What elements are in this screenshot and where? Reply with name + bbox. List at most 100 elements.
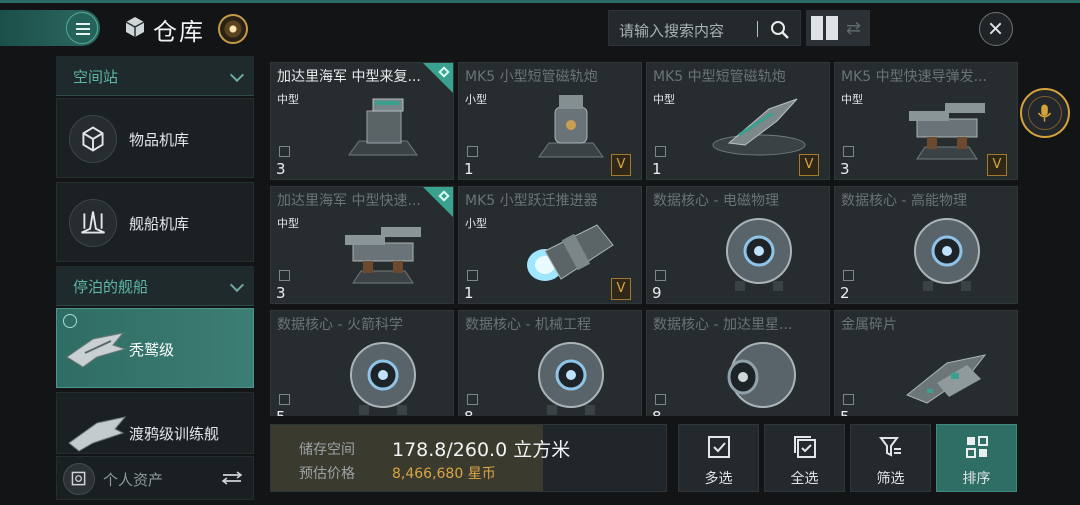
sidebar-item-item-hangar[interactable]: 物品机库 [56, 98, 254, 178]
section-space-station[interactable]: 空间站 [56, 56, 254, 96]
sidebar-item-vulture-class[interactable]: 秃鹫级 [56, 308, 254, 388]
page-title: 仓库 [153, 18, 205, 46]
section-label: 空间站 [73, 68, 119, 86]
rank-badge: V [799, 154, 819, 176]
volume-icon [655, 146, 666, 157]
sidebar-item-label: 舰船机库 [129, 215, 190, 233]
target-icon[interactable] [218, 14, 248, 44]
close-icon [989, 22, 1002, 35]
view-toggle[interactable]: ⇄ [806, 10, 870, 46]
volume-icon [843, 146, 854, 157]
rank-badge: V [987, 154, 1007, 176]
item-name: 数据核心 - 电磁物理 [653, 193, 779, 209]
chevron-down-icon [229, 67, 245, 83]
search-icon[interactable] [769, 19, 791, 41]
inventory-item[interactable]: 金属碎片 5 [834, 310, 1018, 416]
scrap-image [887, 333, 1007, 416]
select-all-button[interactable]: 全选 [764, 424, 845, 492]
filter-button[interactable]: 筛选 [850, 424, 931, 492]
item-quantity: 3 [840, 160, 850, 178]
ship-icon [68, 416, 127, 452]
inventory-item[interactable]: 数据核心 - 机械工程 8 [458, 310, 642, 416]
item-size: 中型 [841, 93, 863, 106]
item-quantity: 5 [276, 408, 286, 416]
menu-button[interactable] [0, 10, 100, 46]
personal-assets[interactable]: 个人资产 [56, 456, 254, 500]
action-label: 筛选 [876, 471, 905, 487]
item-quantity: 1 [652, 160, 662, 178]
inventory-item[interactable]: MK5 中型短管磁轨炮 中型 1 V [646, 62, 830, 180]
search-box[interactable]: 请输入搜索内容 [608, 10, 801, 46]
ship-hangar-icon [69, 199, 117, 247]
core-image [887, 209, 1007, 295]
rank-badge: V [611, 278, 631, 300]
cube-icon [69, 115, 117, 163]
sort-button[interactable]: 排序 [936, 424, 1017, 492]
section-docked-ships[interactable]: 停泊的舰船 [56, 266, 254, 306]
item-name: 加达里海军 中型来复... [277, 69, 421, 85]
voice-button[interactable] [1020, 88, 1070, 138]
item-name: 数据核心 - 机械工程 [465, 317, 591, 333]
item-quantity: 5 [840, 408, 850, 416]
inventory-item[interactable]: 加达里海军 中型来复... 中型 3 [270, 62, 454, 180]
volume-icon [843, 394, 854, 405]
item-size: 中型 [653, 93, 675, 106]
item-name: 加达里海军 中型快速... [277, 193, 421, 209]
volume-icon [279, 146, 290, 157]
price-value: 8,466,680 星币 [392, 466, 496, 482]
item-quantity: 1 [464, 284, 474, 302]
volume-icon [843, 270, 854, 281]
volume-icon [279, 394, 290, 405]
volume-icon [655, 270, 666, 281]
launcher-image [323, 209, 443, 295]
sidebar-item-label: 渡鸦级训练舰 [129, 425, 220, 443]
multi-select-button[interactable]: 多选 [678, 424, 759, 492]
item-name: 数据核心 - 火箭科学 [277, 317, 403, 333]
inventory-item[interactable]: 加达里海军 中型快速... 中型 3 [270, 186, 454, 304]
volume-icon [467, 270, 478, 281]
sort-icon [966, 436, 988, 458]
item-name: 数据核心 - 加达里星... [653, 317, 793, 333]
item-name: MK5 小型跃迁推进器 [465, 193, 598, 209]
item-name: 金属碎片 [841, 317, 897, 333]
storage-value: 178.8/260.0 立方米 [392, 439, 571, 461]
sidebar: 空间站 物品机库 舰船机库 停泊的舰船 秃鹫级 渡鸦级训练舰 个人资产 [56, 56, 254, 501]
item-quantity: 8 [464, 408, 474, 416]
core-image [323, 333, 443, 416]
item-name: MK5 中型快速导弹发... [841, 69, 987, 85]
inventory-item[interactable]: MK5 小型短管磁轨炮 小型 1 V [458, 62, 642, 180]
close-button[interactable] [979, 12, 1013, 46]
multi-select-icon [708, 436, 730, 458]
chevron-down-icon [229, 277, 245, 293]
inventory-grid: 加达里海军 中型来复... 中型 3 MK5 小型短管磁轨炮 小型 1 V MK5 中型短管磁… [270, 62, 1020, 416]
swap-icon[interactable]: ⇄ [846, 18, 864, 39]
item-quantity: 9 [652, 284, 662, 302]
item-quantity: 2 [840, 284, 850, 302]
action-label: 全选 [790, 471, 819, 487]
sidebar-item-ship-hangar[interactable]: 舰船机库 [56, 182, 254, 262]
search-input[interactable]: 请输入搜索内容 [619, 20, 724, 41]
inventory-item[interactable]: 数据核心 - 火箭科学 5 [270, 310, 454, 416]
inventory-item[interactable]: MK5 中型快速导弹发... 中型 3 V [834, 62, 1018, 180]
grid-view-icon[interactable] [811, 16, 839, 40]
sidebar-item-label: 物品机库 [129, 131, 190, 149]
new-item-marker [423, 63, 453, 93]
item-name: MK5 小型短管磁轨炮 [465, 69, 598, 85]
select-all-icon [794, 436, 816, 458]
item-size: 小型 [465, 93, 487, 106]
transfer-arrows-icon[interactable] [221, 471, 243, 485]
new-item-marker [423, 187, 453, 217]
storage-panel: 储存空间 178.8/260.0 立方米 预估价格 8,466,680 星币 [270, 424, 667, 492]
volume-icon [467, 394, 478, 405]
inventory-item[interactable]: 数据核心 - 加达里星... 8 [646, 310, 830, 416]
item-size: 中型 [277, 93, 299, 106]
warehouse-cube-icon [125, 17, 145, 37]
hamburger-icon [66, 12, 98, 44]
inventory-item[interactable]: 数据核心 - 高能物理 2 [834, 186, 1018, 304]
rank-badge: V [611, 154, 631, 176]
inventory-item[interactable]: MK5 小型跃迁推进器 小型 1 V [458, 186, 642, 304]
inventory-item[interactable]: 数据核心 - 电磁物理 9 [646, 186, 830, 304]
core-image [699, 209, 819, 295]
sidebar-item-raven-training[interactable]: 渡鸦级训练舰 [56, 392, 254, 454]
filter-icon [879, 437, 901, 457]
